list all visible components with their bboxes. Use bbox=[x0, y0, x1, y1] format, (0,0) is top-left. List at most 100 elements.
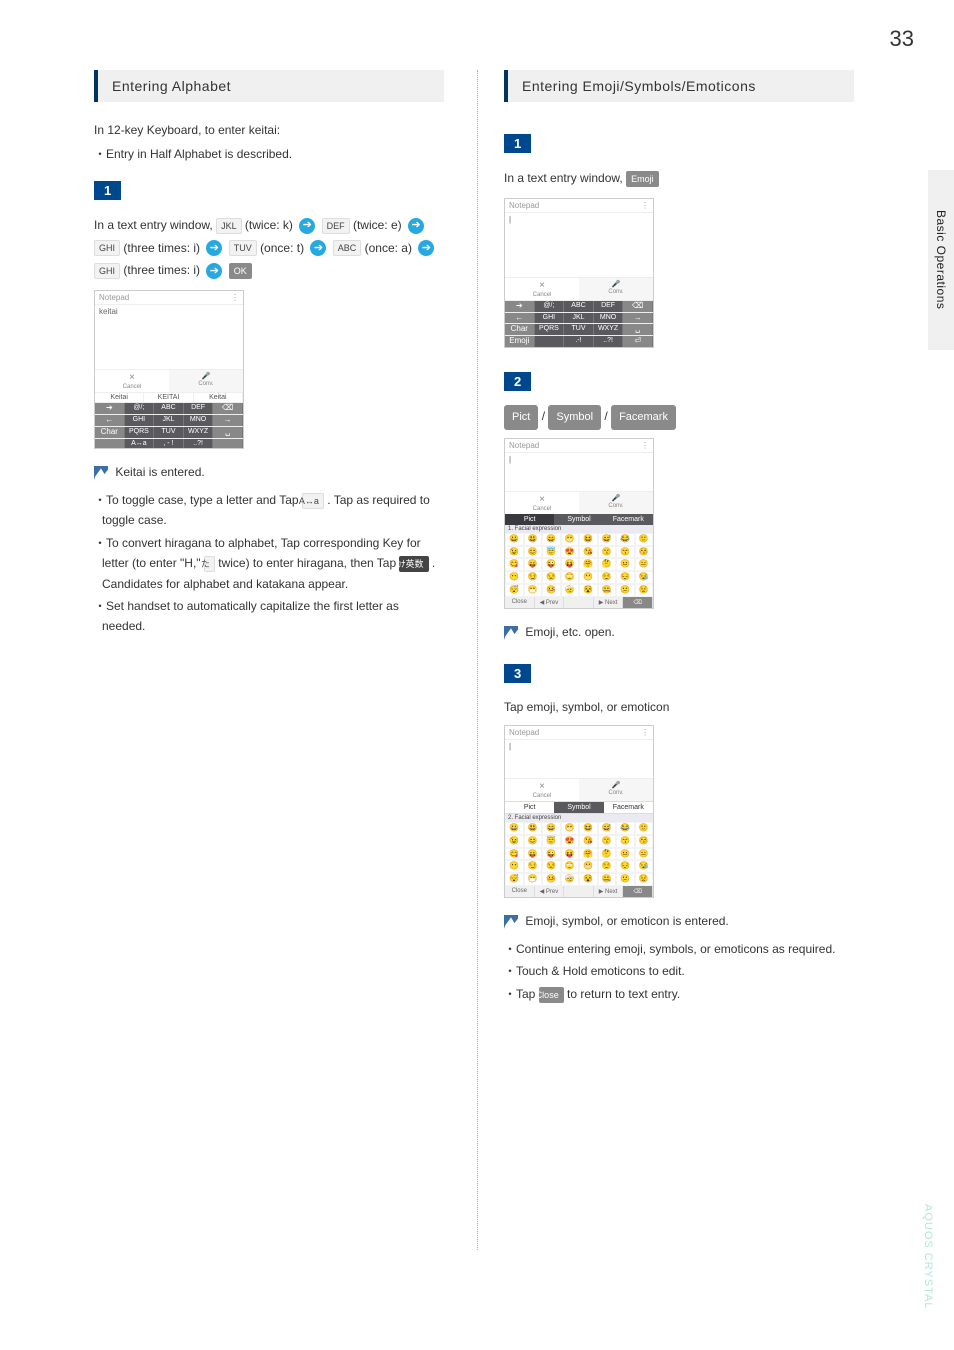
k: MNO bbox=[184, 415, 214, 426]
tip-r2: ・Touch & Hold emoticons to edit. bbox=[504, 961, 854, 981]
menu-icon: ⋮ bbox=[641, 728, 649, 737]
arrow-icon: ➔ bbox=[418, 240, 434, 256]
step-2-badge-r: 2 bbox=[504, 372, 531, 391]
k: DEF bbox=[594, 301, 624, 312]
key-ok[interactable]: OK bbox=[229, 263, 252, 279]
sp-emoji-category: 2. Facial expression bbox=[505, 814, 653, 822]
key-abc[interactable]: ABC bbox=[333, 240, 362, 256]
tip-r1: ・Continue entering emoji, symbols, or em… bbox=[504, 939, 854, 959]
key-tuv[interactable]: TUV bbox=[229, 240, 257, 256]
sp-blank bbox=[564, 886, 594, 897]
menu-icon: ⋮ bbox=[641, 201, 649, 210]
sp-title: Notepad bbox=[509, 201, 539, 210]
step-1-badge: 1 bbox=[94, 181, 121, 200]
screenshot-r3: Notepad⋮ | ×Cancel 🎤Conv. PictSymbolFace… bbox=[504, 725, 654, 898]
tab-symbol[interactable]: Symbol bbox=[548, 405, 601, 430]
sp-title: Notepad bbox=[509, 441, 539, 450]
mic-icon: 🎤 bbox=[612, 495, 621, 502]
k: @/; bbox=[125, 403, 155, 414]
suggest-1: Keitai bbox=[95, 393, 144, 402]
sep: / bbox=[542, 409, 549, 423]
result-3-text: Emoji, symbol, or emoticon is entered. bbox=[525, 914, 728, 928]
arrow-icon: ➔ bbox=[206, 240, 222, 256]
result-2: Emoji, etc. open. bbox=[504, 625, 854, 640]
tab-facemark[interactable]: Facemark bbox=[611, 405, 676, 430]
k: ← bbox=[95, 415, 125, 426]
screenshot-keyboard: Notepad ⋮ keitai ×Cancel 🎤Conv. Keitai K… bbox=[94, 290, 244, 449]
k: PQRS bbox=[535, 324, 565, 335]
k: PQRS bbox=[125, 427, 155, 438]
result-1: Keitai is entered. bbox=[94, 465, 444, 480]
result-1-text: Keitai is entered. bbox=[115, 465, 204, 479]
sp-tab-facemark: Facemark bbox=[604, 802, 653, 813]
key-alpha[interactable]: ｶﾅ英数 bbox=[399, 556, 428, 572]
close-btn[interactable]: Close bbox=[539, 987, 564, 1003]
k: ➔ bbox=[505, 301, 535, 312]
tab-pict[interactable]: Pict bbox=[504, 405, 538, 430]
emoji-grid: 😀😃😄😁😆😅😂🙂 😉😊😇😍😘😗😙😚 😋😛😜😝🤗🤔😐😑 😶😏😒🙄😬😌😔😪 😴😷🤒🤕… bbox=[505, 533, 653, 597]
conv-label: Conv. bbox=[608, 289, 623, 295]
cancel-x-icon: × bbox=[539, 280, 545, 291]
sp-close: Close bbox=[505, 597, 535, 608]
k: ← bbox=[505, 313, 535, 324]
k: WXYZ bbox=[184, 427, 214, 438]
conv-label: Conv. bbox=[198, 381, 213, 387]
sp-tab-facemark: Facemark bbox=[604, 514, 653, 525]
key-def[interactable]: DEF bbox=[322, 218, 350, 234]
menu-icon: ⋮ bbox=[231, 293, 239, 302]
cancel-x-icon: × bbox=[539, 781, 545, 792]
tip-r3b: to return to text entry. bbox=[567, 987, 680, 1001]
sp-del: ⌫ bbox=[623, 597, 653, 608]
k: ⏎ bbox=[623, 336, 653, 347]
tip-r3a: ・Tap bbox=[504, 987, 539, 1001]
k: GHI bbox=[125, 415, 155, 426]
key-ghi[interactable]: GHI bbox=[94, 240, 120, 256]
tip-1: ・To toggle case, type a letter and Tap A… bbox=[94, 490, 444, 531]
cancel-label: Cancel bbox=[123, 384, 142, 390]
k: ➔ bbox=[95, 403, 125, 414]
k: ␣ bbox=[213, 427, 243, 438]
k: TUV bbox=[564, 324, 594, 335]
k: Char bbox=[505, 324, 535, 335]
k: Emoji bbox=[505, 336, 535, 347]
tip-2b: twice) to enter hiragana, then Tap bbox=[218, 556, 399, 570]
step-1-pre-r: In a text entry window, bbox=[504, 171, 626, 185]
right-column: Entering Emoji/Symbols/Emoticons 1 In a … bbox=[504, 70, 874, 1006]
ghi2-times: (three times: i) bbox=[123, 263, 203, 277]
emoji-key[interactable]: Emoji bbox=[626, 171, 659, 187]
mic-icon: 🎤 bbox=[202, 373, 211, 380]
result-icon bbox=[94, 466, 108, 480]
tuv-times: (once: t) bbox=[260, 241, 307, 255]
section-header-left: Entering Alphabet bbox=[94, 70, 444, 102]
suggest-2: KEITAI bbox=[144, 393, 193, 402]
step-3-badge-r: 3 bbox=[504, 664, 531, 683]
k: MNO bbox=[594, 313, 624, 324]
mic-icon: 🎤 bbox=[612, 281, 621, 288]
tip-r3: ・Tap Close to return to text entry. bbox=[504, 984, 854, 1004]
sp-next: ▶ Next bbox=[594, 886, 624, 897]
k: ⌫ bbox=[213, 403, 243, 414]
step-2-tabs: Pict / Symbol / Facemark bbox=[504, 405, 854, 430]
side-tab-label: Basic Operations bbox=[934, 210, 948, 309]
result-2-text: Emoji, etc. open. bbox=[525, 625, 614, 639]
sp-title: Notepad bbox=[509, 728, 539, 737]
k: ..?! bbox=[184, 439, 214, 449]
result-icon bbox=[504, 915, 518, 929]
k: WXYZ bbox=[594, 324, 624, 335]
cancel-x-icon: × bbox=[539, 494, 545, 505]
key-ha[interactable]: た bbox=[204, 556, 215, 572]
k bbox=[213, 439, 243, 449]
sp-blank bbox=[564, 597, 594, 608]
intro-line: In 12-key Keyboard, to enter keitai: bbox=[94, 120, 444, 140]
step-1-badge-r: 1 bbox=[504, 134, 531, 153]
sp-close: Close bbox=[505, 886, 535, 897]
k: ␣ bbox=[623, 324, 653, 335]
key-ghi-2[interactable]: GHI bbox=[94, 263, 120, 279]
k: JKL bbox=[154, 415, 184, 426]
key-case-toggle[interactable]: A↔a bbox=[302, 493, 324, 509]
sp-tab-symbol: Symbol bbox=[554, 802, 603, 813]
k: TUV bbox=[154, 427, 184, 438]
k: ABC bbox=[154, 403, 184, 414]
k: DEF bbox=[184, 403, 214, 414]
key-jkl[interactable]: JKL bbox=[216, 218, 242, 234]
